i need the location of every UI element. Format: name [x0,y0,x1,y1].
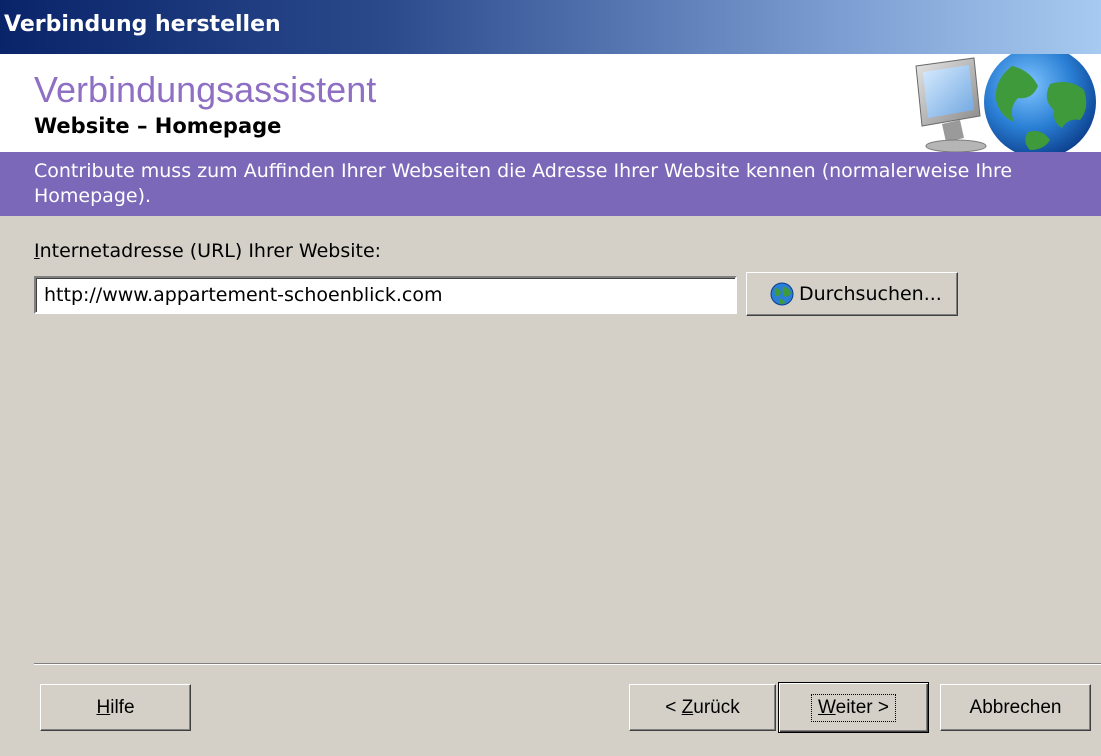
next-focus-rect: Weiter > [811,693,896,722]
url-field-label: Internetadresse (URL) Ihrer Website: [34,240,381,262]
help-button[interactable]: Hilfe [40,684,191,731]
help-access-key: H [96,696,111,718]
next-access-key: W [818,696,836,718]
cancel-button[interactable]: Abbrechen [940,684,1091,731]
next-label: eiter > [835,696,889,718]
cancel-label: Abbrechen [969,696,1062,718]
url-label-text: nternetadresse (URL) Ihrer Website: [39,240,382,262]
back-button[interactable]: < Zurück [629,684,776,731]
browse-button-label: Durchsuchen... [799,283,942,305]
globe-icon [770,282,794,306]
monitor-globe-icon [915,54,1096,152]
info-band: Contribute muss zum Auffinden Ihrer Webs… [0,152,1101,216]
wizard-step-subtitle: Website – Homepage [34,114,282,138]
wizard-title: Verbindungsassistent [34,69,377,110]
back-access-key: Z [681,696,694,718]
wizard-header: Verbindungsassistent Website – Homepage [0,54,1101,152]
website-url-input[interactable] [34,276,737,314]
next-button[interactable]: Weiter > [778,682,929,733]
window-title: Verbindung herstellen [4,12,281,37]
back-prefix: < [665,696,682,718]
back-label: urück [693,696,740,718]
footer-divider-highlight [34,664,1101,665]
browse-button[interactable]: Durchsuchen... [746,272,958,316]
help-label: ilfe [110,696,135,718]
dialog-window: Verbindung herstellen Verbindungsassiste… [0,0,1101,756]
title-bar[interactable]: Verbindung herstellen [0,0,1101,54]
info-description: Contribute muss zum Auffinden Ihrer Webs… [34,160,1013,207]
